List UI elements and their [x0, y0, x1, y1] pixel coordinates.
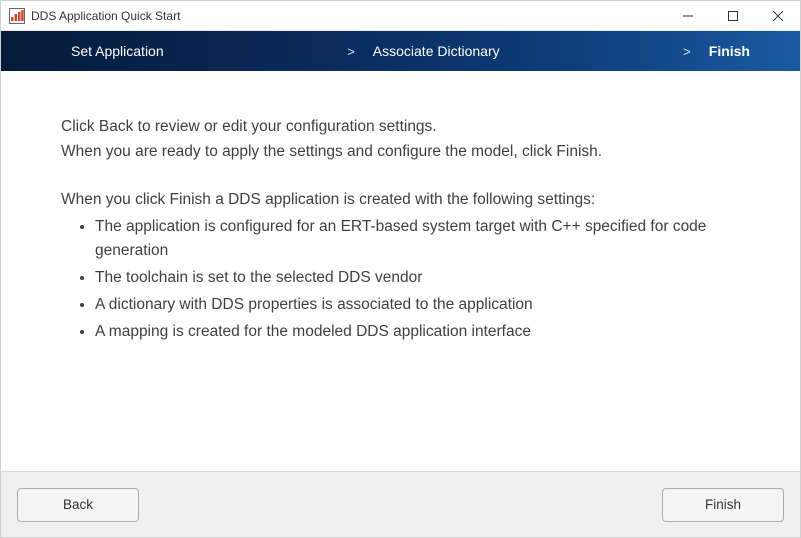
instruction-text: Click Back to review or edit your config…: [61, 115, 740, 138]
app-icon: [9, 8, 25, 24]
step-associate-dictionary: Associate Dictionary: [373, 43, 500, 59]
list-item: The application is configured for an ERT…: [95, 215, 740, 263]
step-set-application: Set Application: [71, 43, 164, 59]
instruction-text: When you click Finish a DDS application …: [61, 188, 740, 211]
step-label: Finish: [709, 43, 750, 59]
app-window: DDS Application Quick Start Set Applicat…: [0, 0, 801, 538]
titlebar: DDS Application Quick Start: [1, 1, 800, 31]
maximize-button[interactable]: [710, 1, 755, 30]
chevron-right-icon: >: [683, 44, 691, 59]
instruction-text: When you are ready to apply the settings…: [61, 140, 740, 163]
list-item: A dictionary with DDS properties is asso…: [95, 293, 740, 317]
wizard-content: Click Back to review or edit your config…: [1, 71, 800, 471]
step-finish: Finish: [709, 43, 750, 59]
wizard-footer: Back Finish: [1, 471, 800, 537]
maximize-icon: [728, 11, 738, 21]
minimize-icon: [683, 11, 693, 21]
list-item: A mapping is created for the modeled DDS…: [95, 320, 740, 344]
back-button[interactable]: Back: [17, 488, 139, 522]
step-label: Associate Dictionary: [373, 43, 500, 59]
settings-list: The application is configured for an ERT…: [61, 215, 740, 344]
wizard-steps: Set Application > Associate Dictionary >…: [1, 31, 800, 71]
minimize-button[interactable]: [665, 1, 710, 30]
step-label: Set Application: [71, 43, 164, 59]
window-controls: [665, 1, 800, 30]
close-button[interactable]: [755, 1, 800, 30]
window-title: DDS Application Quick Start: [31, 9, 665, 23]
chevron-right-icon: >: [347, 44, 355, 59]
close-icon: [773, 11, 783, 21]
finish-button[interactable]: Finish: [662, 488, 784, 522]
list-item: The toolchain is set to the selected DDS…: [95, 266, 740, 290]
